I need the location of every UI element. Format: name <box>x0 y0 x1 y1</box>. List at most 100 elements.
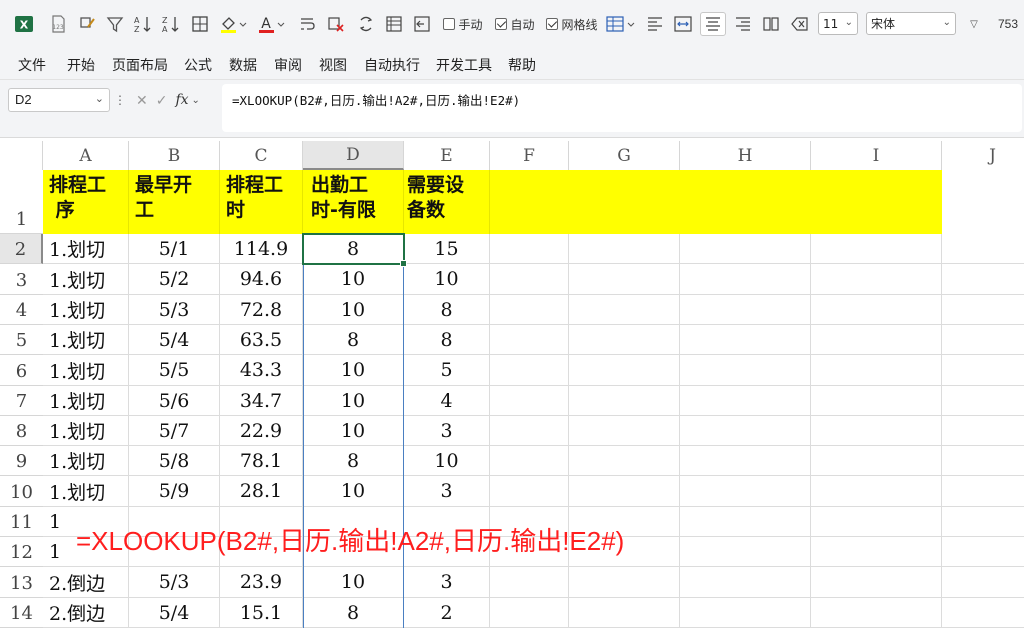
cell-g3[interactable] <box>569 264 680 295</box>
cell-f8[interactable] <box>490 416 569 446</box>
cell-c8[interactable]: 22.9 <box>220 416 303 446</box>
header-cell-e1[interactable]: 需要设 备数 <box>404 170 490 234</box>
row-header-8[interactable]: 8 <box>0 416 43 446</box>
column-header-f[interactable]: F <box>490 141 569 170</box>
column-header-e[interactable]: E <box>404 141 490 170</box>
cell-g7[interactable] <box>569 386 680 416</box>
cell-g5[interactable] <box>569 325 680 355</box>
column-header-d[interactable]: D <box>303 141 404 170</box>
cell-j9[interactable] <box>942 446 1024 476</box>
cell-h13[interactable] <box>680 567 811 598</box>
cell-g2[interactable] <box>569 234 680 264</box>
cell-d10[interactable]: 10 <box>303 476 404 507</box>
cell-c4[interactable]: 72.8 <box>220 295 303 325</box>
align-center-icon[interactable] <box>700 12 726 36</box>
column-header-b[interactable]: B <box>129 141 220 170</box>
cell-g4[interactable] <box>569 295 680 325</box>
row-header-4[interactable]: 4 <box>0 295 43 325</box>
cell-f2[interactable] <box>490 234 569 264</box>
formula-input[interactable]: =XLOOKUP(B2#,日历.输出!A2#,日历.输出!E2#) <box>222 84 1022 132</box>
cell-h14[interactable] <box>680 598 811 628</box>
table-style-icon[interactable] <box>604 12 636 36</box>
menu-formulas[interactable]: 公式 <box>184 55 212 75</box>
cell-f5[interactable] <box>490 325 569 355</box>
cell-a8[interactable]: 1.划切 <box>43 416 129 446</box>
menu-help[interactable]: 帮助 <box>508 55 536 75</box>
filter-icon[interactable] <box>103 12 127 36</box>
sort-descending-icon[interactable]: ZA <box>159 12 183 36</box>
cell-b7[interactable]: 5/6 <box>129 386 220 416</box>
cell-h2[interactable] <box>680 234 811 264</box>
align-right-icon[interactable] <box>732 12 754 36</box>
fill-color-icon[interactable] <box>218 12 248 36</box>
cell-a13[interactable]: 2.倒边 <box>43 567 129 598</box>
cell-d14[interactable]: 8 <box>303 598 404 628</box>
clear-format-icon[interactable] <box>324 12 348 36</box>
cell-f4[interactable] <box>490 295 569 325</box>
cell-j4[interactable] <box>942 295 1024 325</box>
cell-j14[interactable] <box>942 598 1024 628</box>
column-header-j[interactable]: J <box>942 141 1024 170</box>
cell-f6[interactable] <box>490 355 569 386</box>
cell-j5[interactable] <box>942 325 1024 355</box>
cell-i14[interactable] <box>811 598 942 628</box>
cell-d2[interactable]: 8 <box>303 234 404 264</box>
freeze-panes-icon[interactable] <box>410 12 434 36</box>
header-cell-d1[interactable]: 出勤工 时-有限 <box>303 170 404 234</box>
cell-e5[interactable]: 8 <box>404 325 490 355</box>
column-header-g[interactable]: G <box>569 141 680 170</box>
cell-f7[interactable] <box>490 386 569 416</box>
cell-d3[interactable]: 10 <box>303 264 404 295</box>
cell-a14[interactable]: 2.倒边 <box>43 598 129 628</box>
row-header-9[interactable]: 9 <box>0 446 43 476</box>
row-header-5[interactable]: 5 <box>0 325 43 355</box>
cell-a2[interactable]: 1.划切 <box>43 234 129 264</box>
cell-a6[interactable]: 1.划切 <box>43 355 129 386</box>
function-icon[interactable]: fx <box>175 92 188 108</box>
cell-h6[interactable] <box>680 355 811 386</box>
cell-b10[interactable]: 5/9 <box>129 476 220 507</box>
menu-automate[interactable]: 自动执行 <box>364 55 420 75</box>
gridlines-checkbox[interactable]: 网格线 <box>543 12 601 36</box>
cell-j13[interactable] <box>942 567 1024 598</box>
cell-g9[interactable] <box>569 446 680 476</box>
cell-e6[interactable]: 5 <box>404 355 490 386</box>
cell-g13[interactable] <box>569 567 680 598</box>
cell-f14[interactable] <box>490 598 569 628</box>
cell-e7[interactable]: 4 <box>404 386 490 416</box>
name-box[interactable]: D2 ⌄ <box>8 88 110 112</box>
cell-a4[interactable]: 1.划切 <box>43 295 129 325</box>
cell-h12[interactable] <box>680 537 811 567</box>
column-layout-icon[interactable] <box>760 12 782 36</box>
font-color-icon[interactable]: A <box>256 12 286 36</box>
cell-i2[interactable] <box>811 234 942 264</box>
cell-c10[interactable]: 28.1 <box>220 476 303 507</box>
row-header-11[interactable]: 11 <box>0 507 43 537</box>
cell-b2[interactable]: 5/1 <box>129 234 220 264</box>
cell-d8[interactable]: 10 <box>303 416 404 446</box>
cell-e10[interactable]: 3 <box>404 476 490 507</box>
cell-d6[interactable]: 10 <box>303 355 404 386</box>
cell-j6[interactable] <box>942 355 1024 386</box>
merge-center-icon[interactable] <box>672 12 694 36</box>
cell-j11[interactable] <box>942 507 1024 537</box>
cell-c9[interactable]: 78.1 <box>220 446 303 476</box>
cell-h10[interactable] <box>680 476 811 507</box>
cell-g10[interactable] <box>569 476 680 507</box>
cell-b9[interactable]: 5/8 <box>129 446 220 476</box>
cell-h11[interactable] <box>680 507 811 537</box>
row-header-10[interactable]: 10 <box>0 476 43 507</box>
cell-h8[interactable] <box>680 416 811 446</box>
cell-a9[interactable]: 1.划切 <box>43 446 129 476</box>
row-header-7[interactable]: 7 <box>0 386 43 416</box>
wrap-icon[interactable] <box>295 12 319 36</box>
cell-e9[interactable]: 10 <box>404 446 490 476</box>
menu-home[interactable]: 开始 <box>67 55 95 75</box>
cell-j2[interactable] <box>942 234 1024 264</box>
cell-e3[interactable]: 10 <box>404 264 490 295</box>
row-header-2[interactable]: 2 <box>0 234 43 264</box>
cell-b13[interactable]: 5/3 <box>129 567 220 598</box>
convert-icon[interactable] <box>354 12 378 36</box>
cell-c6[interactable]: 43.3 <box>220 355 303 386</box>
format-painter-icon[interactable] <box>76 12 100 36</box>
